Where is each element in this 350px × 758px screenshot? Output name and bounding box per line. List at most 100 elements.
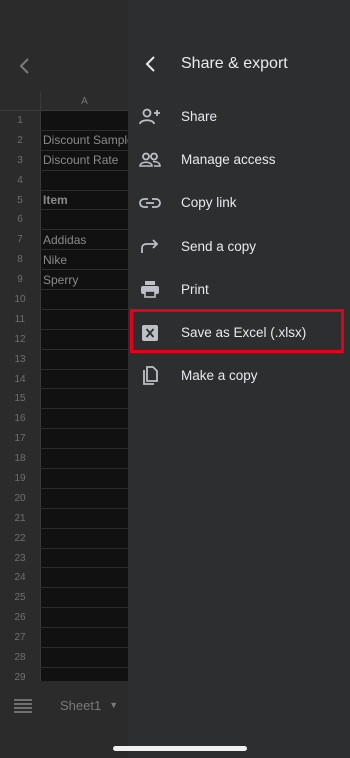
- cell[interactable]: [41, 389, 130, 408]
- table-row: 19: [0, 469, 128, 489]
- cell[interactable]: [41, 549, 130, 568]
- cell[interactable]: [41, 529, 130, 548]
- row-number[interactable]: 7: [0, 230, 41, 250]
- table-row: 10: [0, 290, 128, 310]
- row-number[interactable]: 8: [0, 250, 41, 270]
- column-header-row: A: [0, 92, 128, 111]
- row-number[interactable]: 26: [0, 608, 41, 628]
- table-row: 17: [0, 429, 130, 450]
- table-row: 11: [0, 309, 130, 330]
- cell[interactable]: [41, 628, 130, 647]
- cell[interactable]: [41, 509, 130, 528]
- menu-item-send-a-copy[interactable]: Send a copy: [128, 225, 350, 268]
- spreadsheet-top-bar: [0, 0, 128, 92]
- row-number[interactable]: 5: [0, 190, 41, 210]
- row-number[interactable]: 14: [0, 369, 41, 389]
- row-number[interactable]: 23: [0, 548, 41, 568]
- cell[interactable]: Sperry: [41, 270, 130, 289]
- cell[interactable]: [41, 449, 130, 468]
- row-number[interactable]: 22: [0, 528, 41, 548]
- cell[interactable]: Item: [41, 191, 130, 210]
- row-number[interactable]: 21: [0, 508, 41, 528]
- table-row: 27: [0, 628, 130, 649]
- table-row: 18: [0, 449, 130, 470]
- cell[interactable]: Addidas: [41, 230, 130, 249]
- panel-header: Share & export: [128, 44, 350, 84]
- menu-item-label: Send a copy: [181, 238, 257, 254]
- menu-item-share[interactable]: Share: [128, 95, 350, 138]
- cell[interactable]: [41, 370, 130, 389]
- cell[interactable]: [41, 350, 130, 369]
- table-row: 25: [0, 588, 130, 609]
- table-row: 15: [0, 389, 130, 410]
- menu-item-make-a-copy[interactable]: Make a copy: [128, 354, 350, 397]
- row-number[interactable]: 15: [0, 389, 41, 409]
- person-add-icon: [128, 105, 172, 129]
- cell[interactable]: Discount Sample: [41, 131, 130, 150]
- select-all-corner[interactable]: [0, 92, 41, 110]
- menu-item-label: Share: [181, 109, 218, 125]
- row-number[interactable]: 2: [0, 130, 41, 150]
- table-row: 1: [0, 111, 128, 131]
- menu-item-copy-link[interactable]: Copy link: [128, 181, 350, 224]
- dropdown-caret-icon: ▼: [109, 700, 119, 710]
- table-row: 2 Discount Sample: [0, 130, 130, 151]
- row-number[interactable]: 25: [0, 588, 41, 608]
- row-number[interactable]: 3: [0, 150, 41, 170]
- spreadsheet-grid: 1 2 Discount Sample 3 Discount Rate 4 5 Item 6 7 A…: [0, 111, 130, 708]
- table-row: 3 Discount Rate: [0, 150, 130, 171]
- all-sheets-menu-icon[interactable]: [14, 699, 34, 713]
- column-header-a[interactable]: A: [41, 92, 128, 110]
- row-number[interactable]: 1: [0, 111, 41, 130]
- row-number[interactable]: 24: [0, 568, 41, 588]
- cell[interactable]: Discount Rate: [41, 151, 130, 170]
- cell[interactable]: [41, 469, 130, 488]
- row-number[interactable]: 9: [0, 270, 41, 290]
- cell[interactable]: [41, 588, 130, 607]
- sheet-tab-label: Sheet1: [60, 697, 102, 713]
- link-icon: [128, 191, 172, 215]
- table-row: 20: [0, 488, 130, 509]
- row-number[interactable]: 11: [0, 309, 41, 329]
- table-row: 12: [0, 329, 130, 350]
- row-number[interactable]: 16: [0, 409, 41, 429]
- screen: A 1 2 Discount Sample 3 Discount Rate 4 5 Item 6…: [0, 0, 350, 758]
- row-number[interactable]: 28: [0, 648, 41, 667]
- cell[interactable]: [41, 310, 130, 329]
- cell[interactable]: [41, 429, 130, 448]
- row-number[interactable]: 19: [0, 469, 41, 488]
- table-row: 13: [0, 349, 130, 370]
- cell[interactable]: [41, 608, 130, 627]
- menu-item-print[interactable]: Print: [128, 268, 350, 311]
- table-row: 24: [0, 568, 130, 589]
- back-icon[interactable]: [12, 54, 36, 78]
- cell[interactable]: Nike: [41, 250, 130, 269]
- row-number[interactable]: 4: [0, 170, 41, 190]
- sheet-tab[interactable]: Sheet1 ▼: [46, 681, 128, 729]
- row-number[interactable]: 20: [0, 488, 41, 508]
- row-number[interactable]: 18: [0, 449, 41, 469]
- panel-back-icon[interactable]: [128, 44, 172, 84]
- row-number[interactable]: 6: [0, 210, 41, 230]
- row-number[interactable]: 13: [0, 349, 41, 369]
- row-number[interactable]: 10: [0, 290, 41, 309]
- sheet-bottom-bar: Sheet1 ▼: [0, 681, 128, 758]
- cell[interactable]: [41, 111, 130, 130]
- row-number[interactable]: 17: [0, 429, 41, 449]
- menu-item-label: Make a copy: [181, 368, 258, 384]
- copy-icon: [128, 364, 172, 388]
- home-indicator[interactable]: [113, 746, 247, 751]
- menu-item-manage-access[interactable]: Manage access: [128, 138, 350, 181]
- cell[interactable]: [41, 568, 130, 587]
- cell[interactable]: [41, 489, 130, 508]
- forward-arrow-icon: [128, 234, 172, 258]
- cell[interactable]: [41, 409, 130, 428]
- cell[interactable]: [41, 648, 130, 667]
- row-number[interactable]: 12: [0, 329, 41, 349]
- row-number[interactable]: 27: [0, 628, 41, 648]
- table-row: 6: [0, 210, 130, 231]
- cell[interactable]: [41, 290, 130, 309]
- cell[interactable]: [41, 330, 130, 349]
- cell[interactable]: [41, 171, 130, 190]
- cell[interactable]: [41, 210, 130, 229]
